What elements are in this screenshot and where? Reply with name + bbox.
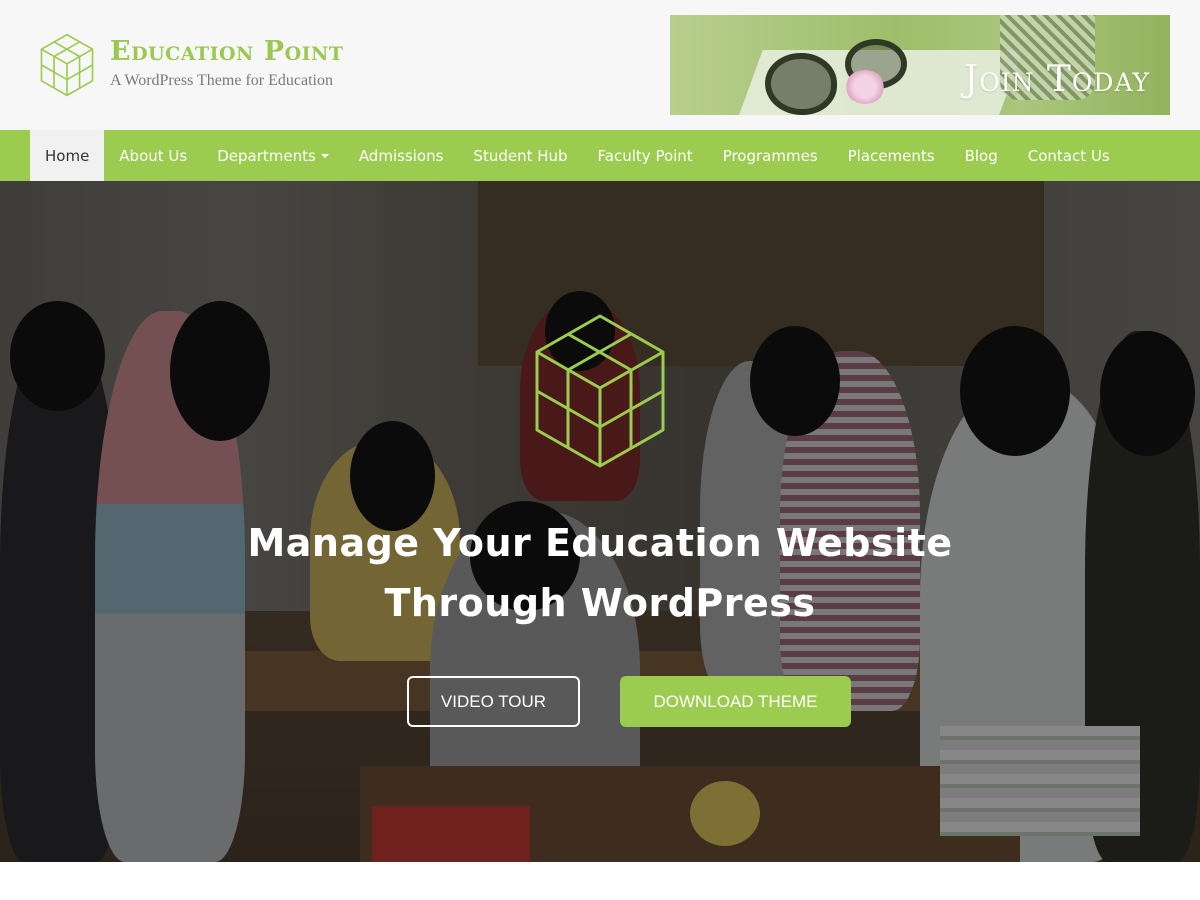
site-tagline: A WordPress Theme for Education	[110, 72, 333, 89]
banner-glasses-image	[765, 53, 837, 115]
nav-item-label: About Us	[119, 146, 188, 165]
nav-item-contact-us[interactable]: Contact Us	[1013, 130, 1125, 181]
download-theme-button[interactable]: DOWNLOAD THEME	[620, 676, 851, 727]
cube-stack-icon[interactable]	[38, 33, 96, 97]
hero-section: Manage Your Education Website Through Wo…	[0, 181, 1200, 862]
nav-item-label: Placements	[847, 146, 935, 165]
cube-stack-icon	[535, 314, 665, 468]
nav-item-label: Departments	[217, 146, 316, 165]
nav-item-placements[interactable]: Placements	[833, 130, 950, 181]
nav-item-label: Home	[45, 146, 90, 165]
nav-item-admissions[interactable]: Admissions	[344, 130, 459, 181]
nav-item-label: Programmes	[722, 146, 818, 165]
join-today-banner[interactable]: Join Today	[670, 15, 1170, 115]
nav-item-label: Faculty Point	[597, 146, 693, 165]
main-navigation: Home About Us Departments Admissions Stu…	[0, 130, 1200, 181]
chevron-down-icon	[320, 153, 329, 158]
banner-join-text: Join Today	[963, 59, 1150, 100]
hero-title-line-2: Through WordPress	[384, 581, 816, 625]
nav-item-blog[interactable]: Blog	[950, 130, 1013, 181]
nav-item-about-us[interactable]: About Us	[104, 130, 202, 181]
banner-flower-image	[845, 70, 885, 104]
hero-title-line-1: Manage Your Education Website	[247, 521, 953, 565]
nav-item-programmes[interactable]: Programmes	[708, 130, 833, 181]
nav-item-label: Blog	[964, 146, 998, 165]
nav-item-label: Student Hub	[473, 146, 568, 165]
nav-item-faculty-point[interactable]: Faculty Point	[583, 130, 708, 181]
nav-item-label: Admissions	[358, 146, 444, 165]
nav-item-label: Contact Us	[1027, 146, 1110, 165]
nav-item-student-hub[interactable]: Student Hub	[458, 130, 582, 181]
site-header: Education Point A WordPress Theme for Ed…	[0, 0, 1200, 130]
hero-title: Manage Your Education Website Through Wo…	[200, 513, 1000, 633]
nav-item-home[interactable]: Home	[30, 130, 105, 181]
video-tour-button[interactable]: VIDEO TOUR	[407, 676, 580, 727]
nav-menu: Home About Us Departments Admissions Stu…	[30, 130, 1125, 181]
site-title[interactable]: Education Point	[110, 36, 344, 67]
nav-item-departments[interactable]: Departments	[202, 130, 344, 181]
